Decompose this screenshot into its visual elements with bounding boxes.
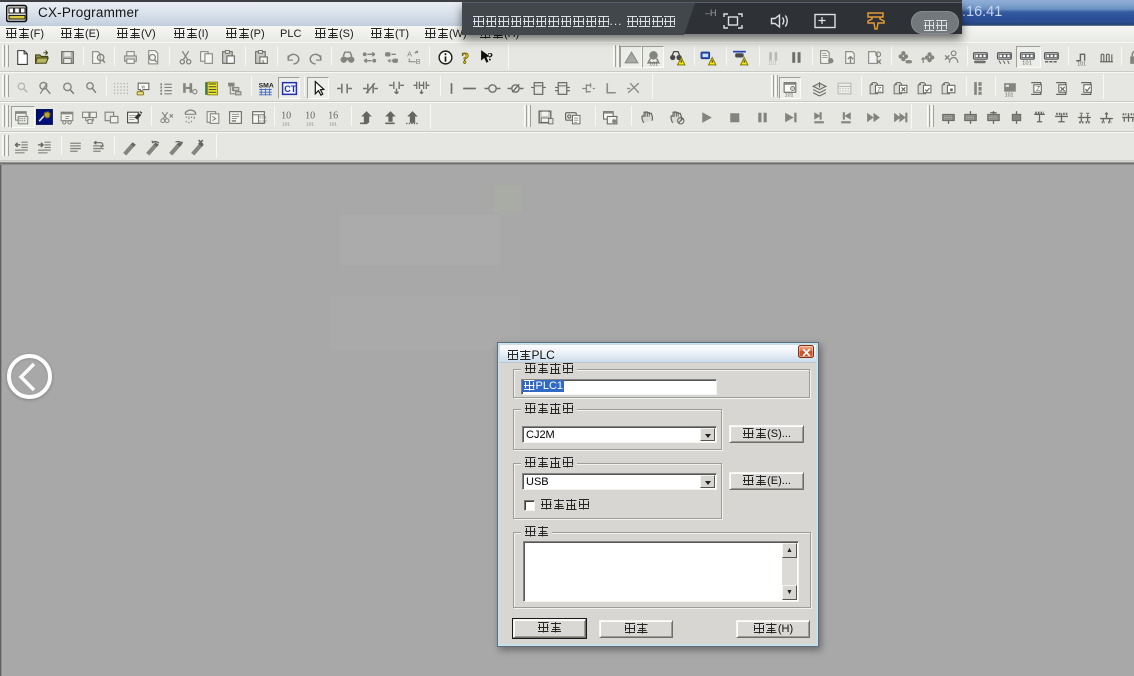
svg-text:10: 10	[281, 111, 291, 122]
svg-text:w: w	[141, 85, 145, 91]
svg-text:a: a	[262, 59, 265, 65]
svg-text:?: ?	[461, 50, 469, 66]
svg-text:101: 101	[1077, 61, 1086, 66]
svg-text:B: B	[416, 57, 421, 66]
svg-text:101: 101	[306, 121, 314, 126]
svg-text:SMA: SMA	[259, 82, 274, 89]
svg-text:101: 101	[282, 121, 290, 126]
svg-text:0.02: 0.02	[259, 120, 266, 124]
svg-text:Z: Z	[1036, 86, 1040, 93]
svg-text:A: A	[407, 49, 412, 58]
svg-text:101: 101	[768, 61, 777, 66]
svg-text:16: 16	[328, 111, 338, 122]
svg-text:?: ?	[487, 51, 493, 64]
svg-text:101: 101	[785, 92, 794, 97]
svg-text:101: 101	[329, 121, 337, 126]
svg-text:101: 101	[649, 61, 658, 66]
svg-text:Z: Z	[877, 86, 881, 93]
svg-text:CT: CT	[284, 84, 297, 94]
svg-text:101: 101	[1022, 60, 1032, 66]
svg-text:10: 10	[305, 111, 315, 122]
svg-text:101: 101	[1005, 92, 1014, 97]
